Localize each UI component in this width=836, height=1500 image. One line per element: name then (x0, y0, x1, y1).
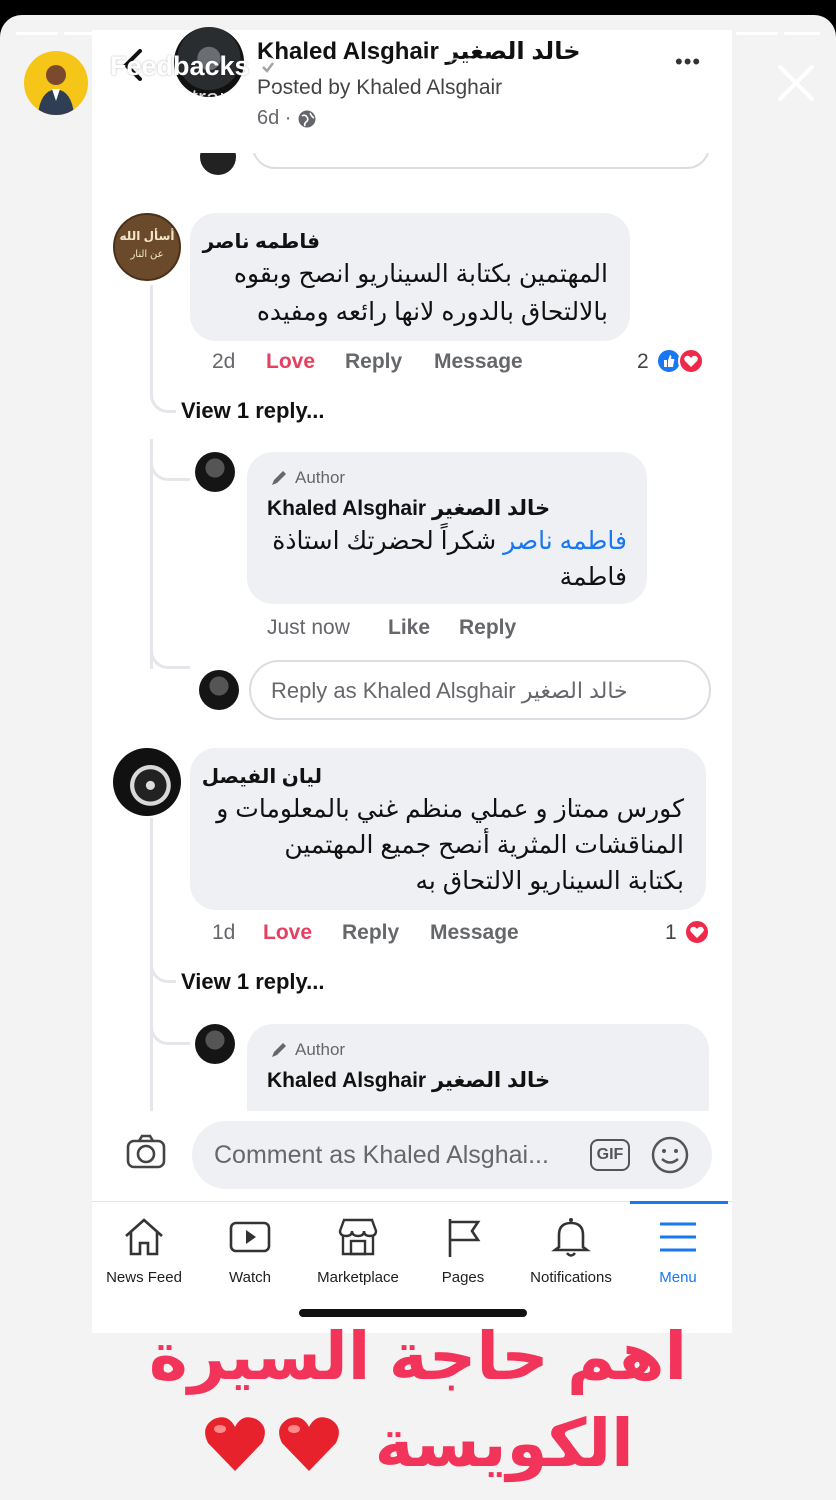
nav-watch[interactable]: Watch (190, 1215, 310, 1287)
love-reaction-icon (684, 919, 710, 945)
comment-input-placeholder: Comment as Khaled Alsghai... (214, 1141, 549, 1169)
nav-label: Marketplace (317, 1269, 399, 1286)
comment-bubble: ليان الفيصل كورس ممتاز و عملي منظم غني ب… (190, 748, 706, 910)
close-story-icon[interactable] (772, 59, 820, 107)
nav-menu[interactable]: Menu (618, 1215, 732, 1287)
reply-time: Just now (267, 616, 350, 639)
nav-label: News Feed (106, 1269, 182, 1286)
author-badge-label: Author (295, 468, 346, 487)
see-translation-link[interactable]: See translation › (112, 85, 318, 113)
author-reply-bubble: Author Khaled Alsghair خالد الصغير فاطمه… (247, 452, 647, 604)
commenter-name[interactable]: ليان الفيصل (202, 764, 322, 789)
previous-input-edge (252, 153, 710, 169)
reply-button[interactable]: Reply (459, 616, 516, 640)
story-caption-line2: الكويسة (0, 1400, 836, 1482)
reply-author-name[interactable]: Khaled Alsghair خالد الصغير (267, 1068, 550, 1093)
thread-curve (150, 1009, 190, 1045)
reply-text: فاطمة (559, 563, 627, 591)
gif-button[interactable]: GIF (590, 1139, 630, 1171)
home-icon (125, 1218, 163, 1256)
pen-icon (272, 1043, 286, 1057)
hearts-emoji (202, 1413, 342, 1475)
more-options-icon[interactable]: ••• (675, 49, 701, 75)
nav-label: Watch (229, 1269, 271, 1286)
nav-news-feed[interactable]: News Feed (92, 1215, 204, 1287)
nav-label: Notifications (530, 1269, 612, 1286)
home-indicator (299, 1309, 527, 1317)
reply-button[interactable]: Reply (345, 350, 402, 374)
love-button[interactable]: Love (266, 350, 315, 374)
comment-text: بكتابة السيناريو الالتحاق به (415, 867, 684, 895)
story-verified-icon (258, 57, 278, 77)
comment-text: المهتمين بكتابة السيناريو انصح وبقوه (233, 260, 608, 288)
comment-text: كورس ممتاز و عملي منظم غني بالمعلومات و (216, 795, 684, 823)
story-caption-word: الكويسة (374, 1406, 634, 1481)
menu-active-indicator (630, 1201, 728, 1204)
reply-input-avatar (199, 670, 239, 710)
message-button[interactable]: Message (434, 350, 523, 374)
story-user-avatar[interactable] (24, 51, 88, 115)
author-avatar[interactable] (195, 452, 235, 492)
comment-text: المناقشات المثرية أنصح جميع المهتمين (284, 831, 684, 859)
hamburger-menu-icon (660, 1222, 696, 1252)
nav-pages[interactable]: Pages (403, 1215, 523, 1287)
see-translation-label: See translation (142, 85, 303, 112)
shop-icon (338, 1218, 378, 1256)
mention-link[interactable]: فاطمه ناصر (503, 527, 627, 555)
translate-icon (112, 88, 134, 110)
comment-time: 2d (212, 350, 236, 373)
previous-avatar (200, 153, 236, 175)
reply-text: فاطمه ناصر شكراً لحضرتك استاذة (272, 526, 627, 556)
story-frame: Khaled Alsghair خالد الصغير Posted by Kh… (0, 15, 836, 1500)
story-caption-line1: اهم حاجة السيرة (148, 1319, 688, 1393)
like-button[interactable]: Like (388, 616, 430, 640)
camera-icon[interactable] (124, 1130, 168, 1174)
watch-icon (229, 1221, 271, 1253)
view-replies-link[interactable]: View 1 reply... (181, 969, 324, 995)
avatar-text: أسأل الله (119, 229, 175, 243)
bell-icon (551, 1218, 591, 1257)
comment-input[interactable]: Comment as Khaled Alsghai... GIF (192, 1121, 712, 1189)
reply-input[interactable]: Reply as Khaled Alsghair خالد الصغير (249, 660, 711, 720)
pen-icon (272, 471, 286, 485)
comment-bubble: فاطمه ناصر المهتمين بكتابة السيناريو انص… (190, 213, 630, 341)
view-replies-link[interactable]: View 1 reply... (181, 398, 324, 424)
reaction-count[interactable]: 1 (665, 921, 677, 945)
author-badge: Author (269, 468, 345, 488)
love-button[interactable]: Love (263, 921, 312, 945)
reply-input-placeholder: Reply as Khaled Alsghair خالد الصغير (271, 678, 628, 703)
emoji-icon[interactable] (650, 1135, 690, 1175)
love-reaction-icon (678, 348, 704, 374)
comment-time: 1d (212, 921, 236, 944)
reply-text-body: شكراً لحضرتك استاذة (272, 527, 497, 555)
commenter-avatar[interactable]: أسأل الله عن النار (113, 213, 181, 281)
message-button[interactable]: Message (430, 921, 519, 945)
facebook-comments-screenshot: أسأل الله عن النار فاطمه ناصر المهتمين ب… (92, 153, 732, 1333)
author-avatar[interactable] (195, 1024, 235, 1064)
thread-curve (150, 445, 190, 481)
author-badge: Author (269, 1040, 345, 1060)
chevron-right-icon: › (310, 85, 319, 112)
thread-curve (150, 353, 176, 413)
commenter-name[interactable]: فاطمه ناصر (203, 229, 320, 254)
reply-button[interactable]: Reply (342, 921, 399, 945)
nav-label: Pages (441, 1269, 485, 1286)
avatar-text: عن النار (130, 249, 164, 260)
comment-text: بالالتحاق بالدوره لانها رائعه ومفيده (256, 298, 608, 326)
flag-icon (448, 1219, 481, 1257)
commenter-avatar[interactable] (113, 748, 181, 816)
thread-curve (150, 923, 176, 983)
thread-curve (150, 633, 190, 669)
nav-notifications[interactable]: Notifications (511, 1215, 631, 1287)
reply-author-name[interactable]: Khaled Alsghair خالد الصغير (267, 496, 550, 521)
story-title: Feedbacks (110, 51, 250, 81)
reaction-count[interactable]: 2 (637, 350, 649, 374)
author-badge-label: Author (295, 1040, 346, 1059)
story-date: November 7, 2021 (292, 52, 506, 82)
nav-marketplace[interactable]: Marketplace (298, 1215, 418, 1287)
nav-label: Menu (659, 1269, 697, 1286)
